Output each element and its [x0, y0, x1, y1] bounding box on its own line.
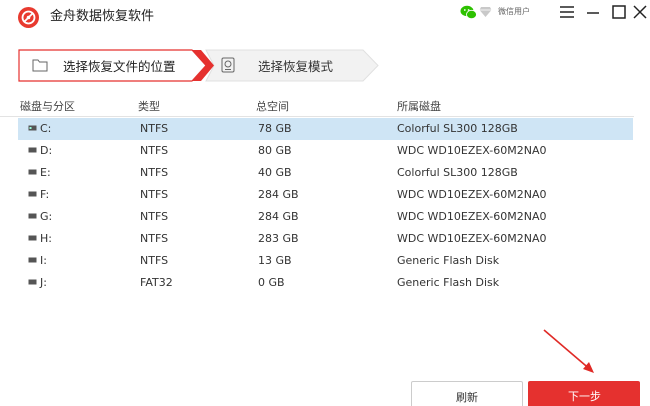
partition-type: NTFS: [140, 144, 169, 157]
partition-space: 0 GB: [258, 276, 285, 289]
partition-name: J:: [40, 276, 47, 289]
partition-name: C:: [40, 122, 52, 135]
table-row[interactable]: I: NTFS 13 GB Generic Flash Disk: [18, 250, 633, 272]
partition-name: F:: [40, 188, 50, 201]
table-row[interactable]: E: NTFS 40 GB Colorful SL300 128GB: [18, 162, 633, 184]
partition-space: 78 GB: [258, 122, 292, 135]
partition-name: H:: [40, 232, 52, 245]
drive-icon: [28, 169, 37, 175]
partition-disk: WDC WD10EZEX-60M2NA0: [397, 232, 547, 245]
wechat-user-label[interactable]: 微信用户: [498, 7, 530, 17]
minimize-icon[interactable]: [584, 3, 602, 21]
next-step-button[interactable]: 下一步: [528, 381, 640, 406]
drive-icon: [28, 147, 37, 153]
table-row[interactable]: H: NTFS 283 GB WDC WD10EZEX-60M2NA0: [18, 228, 633, 250]
partition-type: NTFS: [140, 232, 169, 245]
close-icon[interactable]: [631, 3, 649, 21]
table-row[interactable]: G: NTFS 284 GB WDC WD10EZEX-60M2NA0: [18, 206, 633, 228]
partition-space: 13 GB: [258, 254, 292, 267]
step-indicator: 选择恢复文件的位置 选择恢复模式: [18, 49, 380, 82]
refresh-button-label: 刷新: [456, 391, 478, 404]
drive-icon: [28, 257, 37, 263]
drive-icon: [28, 235, 37, 241]
app-logo-icon: [18, 7, 39, 28]
partition-name: E:: [40, 166, 51, 179]
header-type[interactable]: 类型: [138, 100, 160, 113]
partition-space: 284 GB: [258, 210, 299, 223]
table-row[interactable]: J: FAT32 0 GB Generic Flash Disk: [18, 272, 633, 294]
partition-space: 284 GB: [258, 188, 299, 201]
partition-disk: Generic Flash Disk: [397, 276, 500, 289]
partition-disk: WDC WD10EZEX-60M2NA0: [397, 188, 547, 201]
partition-space: 283 GB: [258, 232, 299, 245]
partition-type: NTFS: [140, 166, 169, 179]
drive-icon: [28, 213, 37, 219]
partition-type: NTFS: [140, 254, 169, 267]
partition-type: NTFS: [140, 188, 169, 201]
title-bar: 金舟数据恢复软件 微信用户: [0, 0, 650, 34]
step-1-label[interactable]: 选择恢复文件的位置: [63, 59, 176, 74]
app-title: 金舟数据恢复软件: [50, 9, 155, 24]
partition-name: G:: [40, 210, 53, 223]
diamond-icon[interactable]: [479, 6, 492, 18]
folder-icon: [32, 59, 48, 72]
partition-disk: Generic Flash Disk: [397, 254, 500, 267]
table-row[interactable]: D: NTFS 80 GB WDC WD10EZEX-60M2NA0: [18, 140, 633, 162]
partition-type: FAT32: [140, 276, 173, 289]
partition-space: 80 GB: [258, 144, 292, 157]
partition-disk: WDC WD10EZEX-60M2NA0: [397, 144, 547, 157]
partition-disk: Colorful SL300 128GB: [397, 166, 518, 179]
table-row[interactable]: C: NTFS 78 GB Colorful SL300 128GB: [18, 118, 633, 140]
table-row[interactable]: F: NTFS 284 GB WDC WD10EZEX-60M2NA0: [18, 184, 633, 206]
partition-type: NTFS: [140, 210, 169, 223]
drive-icon: [28, 279, 37, 285]
partition-space: 40 GB: [258, 166, 292, 179]
partition-name: D:: [40, 144, 53, 157]
menu-icon[interactable]: [558, 3, 576, 21]
maximize-icon[interactable]: [610, 3, 628, 21]
refresh-button[interactable]: 刷新: [411, 381, 523, 406]
header-disk[interactable]: 所属磁盘: [397, 100, 441, 113]
step-2-label[interactable]: 选择恢复模式: [258, 59, 333, 74]
partition-disk: Colorful SL300 128GB: [397, 122, 518, 135]
header-space[interactable]: 总空间: [256, 100, 289, 113]
table-header: 磁盘与分区 类型 总空间 所属磁盘: [0, 95, 634, 117]
partition-disk: WDC WD10EZEX-60M2NA0: [397, 210, 547, 223]
drive-icon: [28, 191, 37, 197]
annotation-arrow: [543, 329, 594, 373]
wechat-icon[interactable]: [460, 5, 477, 20]
partition-type: NTFS: [140, 122, 169, 135]
partition-name: I:: [40, 254, 47, 267]
drive-icon: [28, 125, 37, 131]
header-partition[interactable]: 磁盘与分区: [20, 100, 75, 113]
disk-icon: [221, 57, 235, 73]
next-step-button-label: 下一步: [568, 390, 601, 403]
